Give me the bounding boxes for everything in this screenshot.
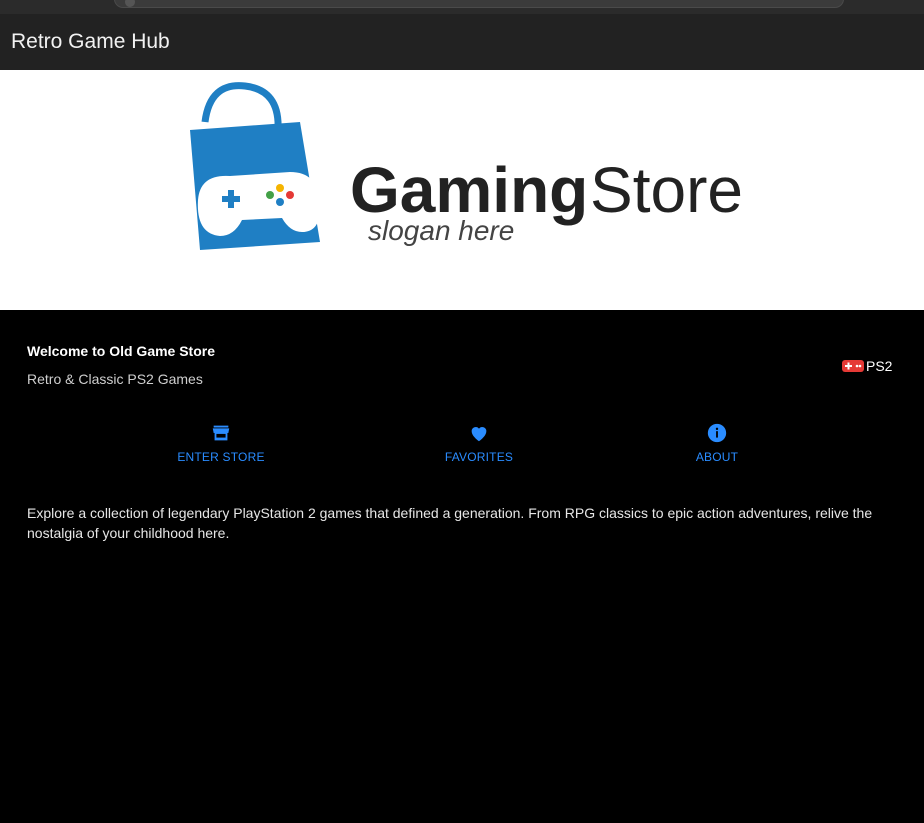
welcome-subtitle: Retro & Classic PS2 Games	[27, 371, 203, 387]
button-red	[286, 191, 294, 199]
app-bar: Retro Game Hub	[0, 14, 924, 70]
enter-store-button[interactable]: ENTER STORE	[151, 422, 291, 474]
about-button[interactable]: ABOUT	[647, 422, 787, 474]
store-description: Explore a collection of legendary PlaySt…	[27, 505, 873, 541]
bag-handle	[201, 82, 282, 131]
badge-label: PS2	[866, 358, 893, 374]
favorites-button[interactable]: FAVORITES	[409, 422, 549, 474]
welcome-heading: Welcome to Old Game Store	[27, 343, 216, 359]
info-icon	[707, 423, 727, 443]
platform-badge: PS2	[842, 356, 892, 376]
enter-store-label: ENTER STORE	[177, 450, 265, 464]
dpad-v	[228, 190, 234, 208]
button-blue	[276, 198, 284, 206]
gamepad-icon	[842, 360, 864, 372]
browser-top-strip	[0, 0, 924, 14]
store-icon	[212, 425, 230, 441]
heart-icon	[471, 427, 487, 442]
address-bar[interactable]	[114, 0, 844, 8]
button-green	[266, 191, 274, 199]
logo-slogan: slogan here	[368, 215, 514, 246]
about-label: ABOUT	[695, 450, 739, 464]
button-yellow	[276, 184, 284, 192]
favorites-label: FAVORITES	[444, 450, 514, 464]
banner: Gaming Store slogan here	[0, 70, 924, 310]
logo-word-store: Store	[590, 154, 743, 226]
app-title: Retro Game Hub	[11, 30, 170, 53]
address-bar-icon	[125, 0, 135, 7]
gaming-store-logo: Gaming Store slogan here	[190, 82, 743, 250]
